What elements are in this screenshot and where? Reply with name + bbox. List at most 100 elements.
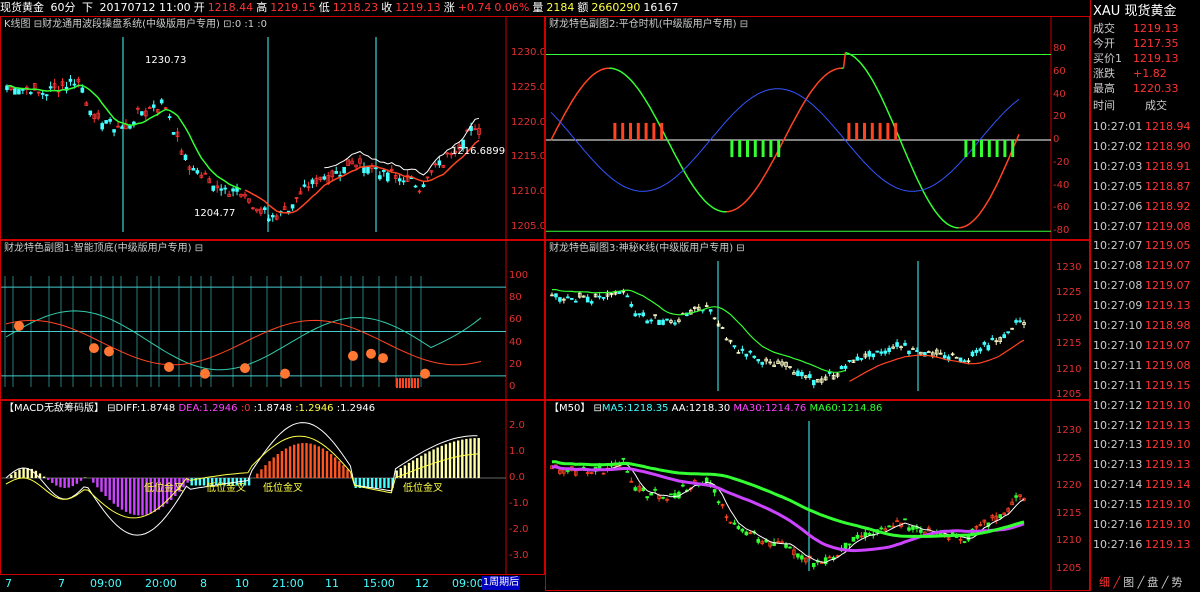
candle-body — [645, 320, 649, 324]
exit-bar-green — [753, 140, 757, 158]
mystery-kline-panel[interactable]: 财龙特色副图3:神秘K线(中级版用户专用) ⊟ 1230 1225 1220 1215… — [545, 240, 1090, 400]
tick-price: 1219.10 — [1145, 438, 1191, 452]
bottom-bar — [408, 378, 410, 389]
tick-time: 10:27:08 — [1093, 259, 1143, 273]
time-tick-label: 8 — [200, 577, 207, 590]
mystery-kline-chart[interactable] — [546, 241, 1090, 400]
kline-chart[interactable] — [1, 17, 545, 240]
macd-histogram-bar — [440, 445, 443, 478]
candle-body — [887, 525, 891, 528]
tick-price: 1219.10 — [1145, 518, 1191, 531]
direction-label: 下 — [82, 1, 93, 14]
sidebar-tab[interactable]: 图 ╱ — [1123, 576, 1144, 589]
signal-face-marker — [348, 350, 358, 361]
macd-histogram-bar — [260, 469, 263, 478]
tick-time: 10:27:15 — [1093, 498, 1143, 512]
kline-panel[interactable]: K线图 ⊟财龙通用波段操盘系统(中级版用户专用) ⊡:0 :1 :0 1230.… — [0, 16, 545, 240]
exit-timing-chart[interactable] — [546, 17, 1090, 240]
macd-panel[interactable]: 【MACD无敌筹码版】 ⊟DIFF:1.8748 DEA:1.2946 :0 :… — [0, 400, 545, 575]
ma-chart[interactable] — [546, 401, 1090, 591]
signal-face-marker — [104, 346, 114, 357]
symbol-name[interactable]: 现货黄金 — [0, 1, 44, 14]
macd-histogram-bar — [354, 478, 357, 488]
axis-tick-label: 80 — [509, 292, 522, 304]
tick-row: 10:27:02 1218.90 — [1093, 140, 1191, 153]
sidebar-tab[interactable]: 细 ╱ — [1099, 576, 1120, 589]
macd-histogram-bar — [452, 441, 456, 478]
candle-body — [661, 319, 665, 325]
sidebar-symbol-title: XAU 现货黄金 — [1093, 4, 1177, 19]
macd-golden-cross-1: 低位金叉 — [144, 483, 184, 494]
macd-histogram-bar — [297, 443, 300, 478]
candle-body — [669, 493, 673, 496]
ma-panel[interactable]: 【M50】 ⊟MA5:1218.35 AA:1218.30 MA30:1214.… — [545, 400, 1090, 591]
candle-body — [708, 309, 713, 312]
exit-timing-panel[interactable]: 财龙特色副图2:平仓时机(中级版用户专用) ⊟ 80 60 40 20 0 -20 -40 -… — [545, 16, 1090, 240]
candle-body — [195, 170, 200, 174]
macd-golden-cross-2: 低位金叉 — [206, 483, 246, 494]
candle-body — [171, 131, 176, 135]
time-tick-label: 20:00 — [145, 577, 177, 590]
exit-bar-red — [863, 122, 866, 140]
period-after-button[interactable]: 1周期后 — [482, 576, 520, 590]
macd-histogram-bar — [309, 443, 312, 478]
tick-price: 1219.10 — [1145, 498, 1191, 512]
axis-tick-label: -3.0 — [509, 550, 529, 561]
tick-time: 10:27:14 — [1093, 478, 1143, 492]
exit-bar-green — [995, 140, 999, 158]
candle-body — [907, 350, 911, 355]
signal-face-marker — [89, 343, 99, 354]
candle-body — [843, 365, 848, 369]
axis-tick-label: 1230 — [1056, 425, 1082, 436]
quote-label: 买价1 — [1093, 52, 1122, 65]
candle-body — [629, 304, 634, 307]
quote-row: 涨跌 +1.82 — [1093, 65, 1167, 81]
exit-bar-green — [1003, 140, 1007, 158]
open-label: 开 — [193, 1, 205, 14]
sidebar-tab[interactable]: 盘 ╱ — [1147, 576, 1168, 589]
axis-tick-label: 1205.0 — [511, 221, 545, 232]
candle-body — [760, 362, 765, 365]
top-bottom-panel[interactable]: 财龙特色副图1:智能顶底(中级版用户专用) ⊟ 100 80 60 40 20 0 — [0, 240, 545, 400]
tick-time: 10:27:07 — [1093, 239, 1143, 253]
candle-body — [88, 110, 93, 116]
time-axis: 7 7 09:00 20:00 8 10 21:00 11 15:00 12 09:00 1周期后 — [0, 574, 545, 592]
period-label[interactable]: 60分 — [51, 1, 76, 14]
macd-histogram-bar — [55, 478, 58, 486]
candle-body — [625, 470, 630, 473]
macd-histogram-bar — [10, 474, 13, 478]
macd-histogram-bar — [317, 446, 320, 478]
top-bottom-chart[interactable] — [1, 241, 545, 400]
candle-body — [740, 528, 745, 532]
sidebar-tab[interactable]: 势 — [1171, 576, 1182, 589]
tick-price: 1219.07 — [1145, 279, 1191, 293]
candle-body — [982, 342, 987, 345]
candle-body — [808, 374, 812, 379]
ma60-value: MA60:1214.86 — [809, 403, 883, 414]
tick-price: 1219.15 — [1145, 378, 1191, 392]
tick-time: 10:27:16 — [1093, 518, 1143, 531]
candle-body — [736, 526, 741, 529]
kdj-line-b — [5, 319, 482, 366]
candle-body — [867, 351, 872, 357]
candle-body — [681, 484, 685, 487]
candle-body — [397, 178, 402, 182]
high-label: 高 — [256, 1, 268, 14]
volume-value: 2184 — [546, 1, 575, 14]
candle-body — [1014, 495, 1018, 498]
candle-body — [558, 297, 562, 302]
tick-time: 10:27:06 — [1093, 199, 1143, 213]
quote-label: 涨跌 — [1093, 67, 1115, 80]
tick-row: 10:27:11 1219.08 — [1093, 359, 1191, 372]
candle-body — [800, 555, 804, 560]
macd-histogram-bar — [137, 478, 140, 516]
time-tick-label: 7 — [58, 577, 65, 590]
macd-histogram-bar — [202, 478, 206, 486]
axis-tick-label: 1225.0 — [511, 81, 545, 93]
candle-body — [859, 358, 864, 360]
tick-price: 1219.10 — [1145, 398, 1191, 412]
candle-body — [796, 553, 800, 558]
macd-histogram-bar — [403, 465, 407, 478]
quote-header-bar: 现货黄金 60分 下 20170712 11:00 开 1218.44 高 1219.1… — [0, 0, 1090, 16]
quote-value: 1219.13 — [1133, 52, 1179, 65]
